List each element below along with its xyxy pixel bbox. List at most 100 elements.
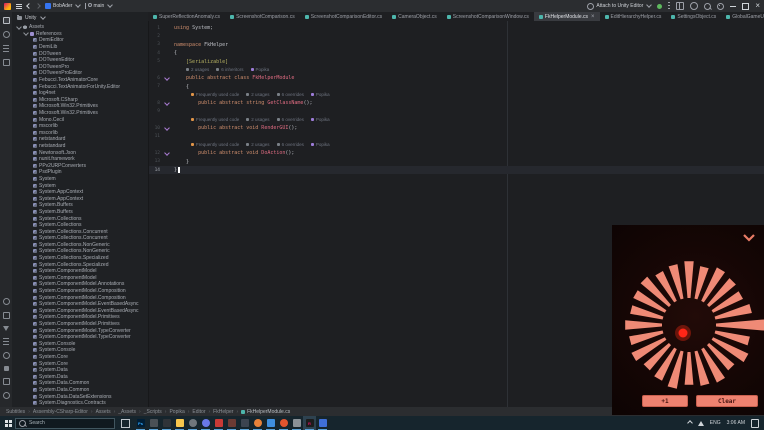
code-line[interactable]: 11 (148, 132, 764, 140)
tree-item-reference[interactable]: log4net (12, 90, 148, 97)
minimize-button[interactable] (730, 6, 736, 7)
clock[interactable]: 3:06 AM (727, 420, 745, 426)
recorder-taskbar-button[interactable] (212, 416, 225, 430)
photoshop-taskbar-button[interactable]: Ps (134, 416, 147, 430)
hidden-icons-chevron[interactable] (687, 420, 693, 426)
code-line[interactable]: 12 public abstract void DoAction(); (148, 149, 764, 157)
tree-item-reference[interactable]: System.Data (12, 373, 148, 380)
collapse-chevron-icon[interactable] (742, 233, 756, 242)
breadcrumb-item[interactable]: FkHelper (213, 409, 233, 415)
tree-item-reference[interactable]: System.Diagnostics.Contracts (12, 400, 148, 407)
breadcrumb-item[interactable]: _Assets (118, 409, 136, 415)
problems-tool-icon[interactable] (3, 352, 10, 359)
editor-tab[interactable]: GlobalGameUI.cs (721, 12, 764, 21)
code-line[interactable]: Frequently used code2 usages6 overridesP… (148, 141, 764, 149)
code-lens[interactable]: 2 usages6 inheritorsPopika (174, 67, 269, 72)
code-lens-item[interactable]: 6 overrides (277, 117, 304, 122)
code-lens-item[interactable]: 2 usages (186, 67, 209, 72)
settings-icon[interactable] (717, 3, 724, 10)
tree-item-reference[interactable]: DOTween (12, 50, 148, 57)
photos-app-taskbar-button[interactable] (316, 416, 329, 430)
settings-tool-icon[interactable] (3, 392, 10, 399)
start-button[interactable] (0, 416, 15, 430)
tree-item-reference[interactable]: Febucci.TextAnimatorForUnity.Editor (12, 83, 148, 90)
run-tool-icon[interactable] (3, 326, 9, 331)
tree-item-reference[interactable]: netstandard (12, 143, 148, 150)
tree-item-reference[interactable]: System.Console (12, 347, 148, 354)
tree-item-reference[interactable]: System.Collections.Specialized (12, 255, 148, 262)
tree-item-reference[interactable]: DOTweenPro (12, 64, 148, 71)
navigate-back-icon[interactable] (26, 3, 32, 9)
tree-item-reference[interactable]: nunit.framework (12, 156, 148, 163)
breadcrumb-item[interactable]: _Scripts (144, 409, 162, 415)
tree-item-reference[interactable]: System.ComponentModel.Annotations (12, 281, 148, 288)
editor-tab[interactable]: SuperReflectionAnomaly.cs (148, 12, 225, 21)
tree-item-reference[interactable]: System.Collections (12, 222, 148, 229)
code-lens-item[interactable]: 2 usages (246, 92, 269, 97)
tree-item-reference[interactable]: System (12, 176, 148, 183)
orange-app-taskbar-button[interactable] (277, 416, 290, 430)
editor-tab[interactable]: EditHierarchyHelper.cs (600, 12, 667, 21)
tree-item-reference[interactable]: mscorlib (12, 130, 148, 137)
chevron-expanded-icon[interactable] (23, 31, 29, 37)
tree-item-reference[interactable]: System.ComponentModel.Composition (12, 288, 148, 295)
tree-item-reference[interactable]: System.ComponentModel.Composition (12, 294, 148, 301)
code-line[interactable]: 13 } (148, 158, 764, 166)
discord-taskbar-button[interactable] (199, 416, 212, 430)
tree-item-reference[interactable]: System.ComponentModel (12, 275, 148, 282)
tree-item-reference[interactable]: Microsoft.Win32.Primitives (12, 103, 148, 110)
project-view-selector[interactable]: Unity (12, 12, 148, 23)
tree-item-reference[interactable]: System.ComponentModel.TypeConverter (12, 334, 148, 341)
editor-tab[interactable]: SettingsObject.cs (666, 12, 721, 21)
code-line[interactable]: 8 public abstract string GetClassName(); (148, 99, 764, 107)
code-lens-item[interactable]: 2 usages (246, 142, 269, 147)
tree-item-reference[interactable]: PsdPlugin (12, 169, 148, 176)
code-line[interactable]: 10 public abstract void RenderGUI(); (148, 124, 764, 132)
tree-item-reference[interactable]: System.Core (12, 360, 148, 367)
code-line[interactable]: 7 { (148, 82, 764, 90)
breadcrumb-item[interactable]: Assets (96, 409, 111, 415)
services-tool-icon[interactable] (3, 312, 10, 319)
app-slate-taskbar-button[interactable] (238, 416, 251, 430)
navigate-forward-icon[interactable] (35, 3, 41, 9)
search-icon[interactable] (704, 3, 711, 10)
code-line[interactable]: Frequently used code 2 usages 6 overrides P… (148, 91, 764, 99)
settings-gear-taskbar-button[interactable] (186, 416, 199, 430)
code-lens-item[interactable]: 6 overrides (277, 142, 304, 147)
task-view-icon[interactable] (121, 419, 130, 428)
tree-item-reference[interactable]: System.Console (12, 341, 148, 348)
project-tool-icon[interactable] (3, 17, 10, 24)
tree-item-reference[interactable]: System.Buffers (12, 209, 148, 216)
main-menu-icon[interactable] (16, 4, 22, 9)
unit-tests-tool-icon[interactable] (4, 366, 9, 371)
code-lens[interactable]: Frequently used code2 usages6 overridesP… (174, 142, 330, 147)
tree-item-reference[interactable]: System.Data (12, 367, 148, 374)
tree-item-reference[interactable]: mscorlib (12, 123, 148, 130)
code-lens-item[interactable]: 6 overrides (277, 92, 304, 97)
code-line[interactable]: 4{ (148, 49, 764, 57)
tree-item-reference[interactable]: DOTweenEditor (12, 57, 148, 64)
code-lens-item[interactable]: Popika (311, 117, 330, 122)
code-line[interactable]: 5 [Serializable] (148, 57, 764, 65)
tree-item-reference[interactable]: netstandard (12, 136, 148, 143)
breadcrumb-item[interactable]: FkHelperModule.cs (241, 409, 290, 415)
clear-button[interactable]: Clear (696, 395, 758, 407)
breadcrumb-item[interactable]: Assembly-CSharp-Editor (33, 409, 88, 415)
printer-app-taskbar-button[interactable] (290, 416, 303, 430)
code-lens-item[interactable]: Frequently used code (191, 92, 239, 97)
editor-tab[interactable]: ScreenshotComparisonEditor.cs (300, 12, 387, 21)
tree-item-reference[interactable]: System.ComponentModel.Primitives (12, 321, 148, 328)
tree-item-reference[interactable]: DemiEditor (12, 37, 148, 44)
taskbar-search-input[interactable]: Search (15, 418, 115, 429)
editor-tab[interactable]: CameraObject.cs (387, 12, 442, 21)
action-center-icon[interactable] (751, 419, 759, 428)
structure-tool-icon[interactable] (3, 45, 9, 52)
tree-item-reference[interactable]: System.Collections.NonGeneric (12, 248, 148, 255)
tree-item-reference[interactable]: System.Collections.Concurrent (12, 235, 148, 242)
tree-node-references[interactable]: References (12, 31, 148, 38)
code-lens-item[interactable]: Popika (311, 92, 330, 97)
tree-item-reference[interactable]: System.ComponentModel.EventBasedAsync (12, 301, 148, 308)
code-lens-item[interactable]: 2 usages (246, 117, 269, 122)
code-line[interactable]: 2 usages6 inheritorsPopika (148, 66, 764, 74)
code-lens-item[interactable]: Frequently used code (191, 117, 239, 122)
